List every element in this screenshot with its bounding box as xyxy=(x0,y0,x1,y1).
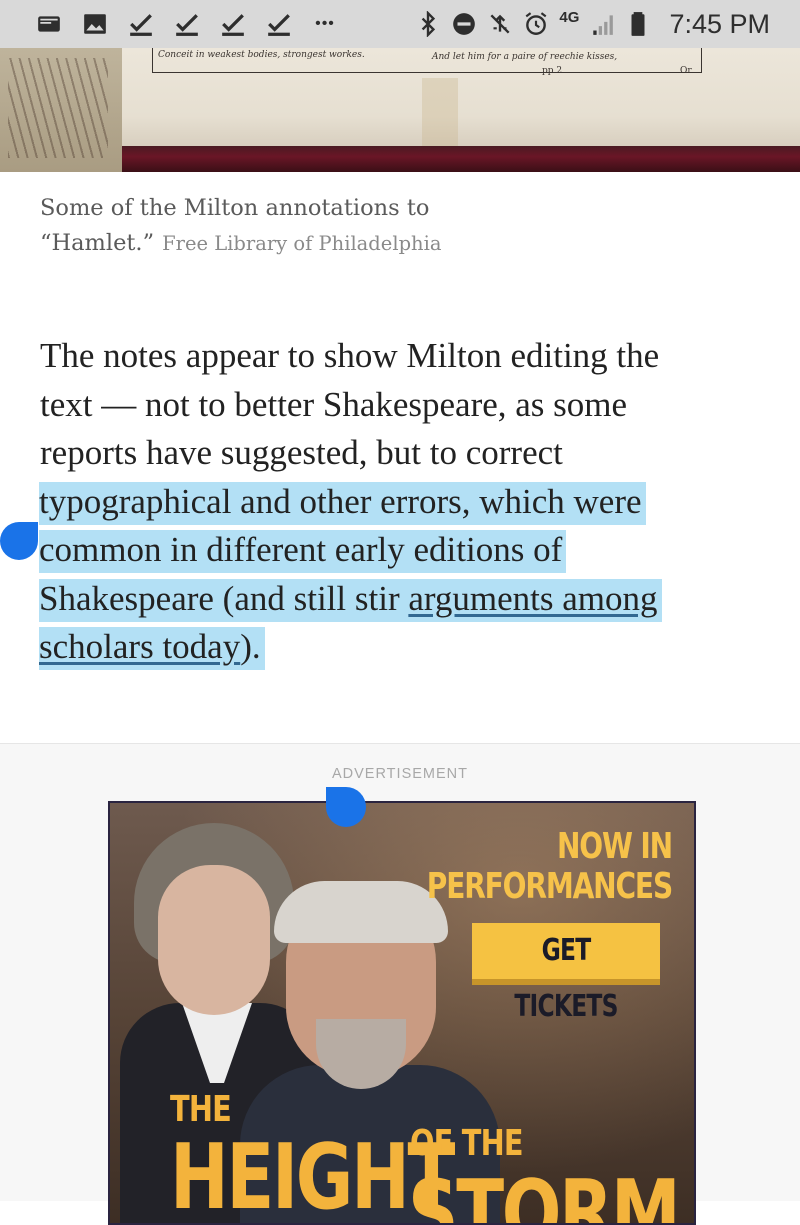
page-mark: pp 2 xyxy=(542,66,563,76)
book-spine xyxy=(0,48,122,172)
paragraph-line: The notes appear to show Milton editing … xyxy=(40,336,660,375)
ad-banner[interactable]: NOW IN PERFORMANCES GET TICKETS THE HEIG… xyxy=(108,801,696,1225)
network-type-label: 4G xyxy=(559,9,580,26)
book-page: Conceit in weakest bodies, strongest wor… xyxy=(122,48,800,146)
image-icon xyxy=(82,11,108,37)
page-text-right: And let him for a paire of reechie kisse… xyxy=(432,52,618,62)
page-catchword: Or xyxy=(680,66,692,76)
battery-icon xyxy=(625,11,651,37)
check-icon xyxy=(174,11,200,37)
paragraph-line-selected: Shakespeare (and still stir arguments am… xyxy=(39,575,760,624)
page-text-left: Conceit in weakest bodies, strongest wor… xyxy=(158,50,365,60)
photo-caption: Some of the Milton annotations to “Hamle… xyxy=(40,191,740,261)
selected-text: Shakespeare (and still stir arguments am… xyxy=(39,578,662,622)
more-dots-icon: ••• xyxy=(315,15,335,32)
paragraph-line: text — not to better Shakespeare, as som… xyxy=(40,384,628,424)
paragraph-line-selected: common in different early editions of xyxy=(39,526,760,575)
ad-label: ADVERTISEMENT xyxy=(331,766,468,782)
ad-title-storm: STORM xyxy=(408,1161,681,1225)
caption-line-1: Some of the Milton annotations to xyxy=(40,195,430,221)
alarm-icon xyxy=(523,11,549,37)
arguments-link-continued[interactable]: scholars today xyxy=(39,627,240,666)
selected-text: scholars today). xyxy=(39,627,265,670)
get-tickets-button[interactable]: GET TICKETS xyxy=(472,923,660,1024)
system-icons: 4G 7:45 PM xyxy=(415,8,770,40)
selected-text-part: Shakespeare (and still stir xyxy=(39,578,409,618)
email-icon xyxy=(36,11,62,37)
notification-icons: ••• xyxy=(36,10,338,38)
caption-line-2: “Hamlet.” xyxy=(40,230,155,256)
selected-text: common in different early editions of xyxy=(39,530,567,573)
ad-figure-woman-face xyxy=(158,865,270,1015)
selection-end-handle[interactable] xyxy=(326,787,366,827)
status-clock: 7:45 PM xyxy=(669,8,770,39)
paragraph-line-selected: scholars today). xyxy=(39,623,760,672)
get-tickets-label: GET TICKETS xyxy=(514,933,618,1024)
book-edge xyxy=(122,146,800,172)
ad-headline: NOW IN PERFORMANCES xyxy=(376,826,673,907)
ad-title-of-the: OF THE xyxy=(410,1123,524,1164)
article-photo[interactable]: Conceit in weakest bodies, strongest wor… xyxy=(0,48,800,172)
ad-headline-2: PERFORMANCES xyxy=(426,866,673,907)
signal-off-icon xyxy=(487,11,513,37)
check-icon xyxy=(220,11,246,37)
photo-credit: Free Library of Philadelphia xyxy=(162,232,442,255)
selection-start-handle[interactable] xyxy=(0,522,38,560)
selected-text-part: ). xyxy=(240,627,261,666)
selected-text: typographical and other errors, which we… xyxy=(39,481,646,525)
status-bar: ••• 4G 7:45 PM xyxy=(0,0,800,48)
paragraph-line: reports have suggested, but to correct xyxy=(40,433,563,472)
bluetooth-icon xyxy=(415,11,441,37)
do-not-disturb-icon xyxy=(451,11,477,37)
article-paragraph[interactable]: The notes appear to show Milton editing … xyxy=(39,332,760,672)
paragraph-line-selected: typographical and other errors, which we… xyxy=(39,478,760,527)
ad-title-the: THE xyxy=(170,1089,232,1130)
check-icon xyxy=(128,11,154,37)
check-icon xyxy=(266,11,292,37)
arguments-link[interactable]: arguments among xyxy=(408,579,657,618)
ad-headline-1: NOW IN xyxy=(556,826,673,867)
mobile-data-icon xyxy=(589,11,615,37)
